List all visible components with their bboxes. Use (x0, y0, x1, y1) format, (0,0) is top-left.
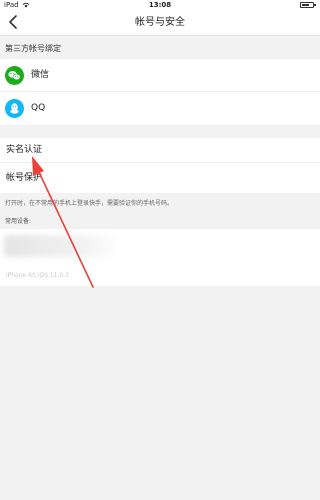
wechat-label: 微信 (31, 70, 50, 80)
page-title: 帐号与安全 (135, 17, 185, 28)
account-protection-label: 帐号保护 (6, 173, 43, 183)
account-protection-hint: 打开时，在不常用的手机上登录快手，需要验证你的手机号码。 (5, 200, 174, 207)
device-name-redacted (4, 235, 120, 257)
device-list-item[interactable]: iPhone 6S iOS 11.0.3 (0, 229, 320, 286)
account-protection-row[interactable]: 帐号保护 (0, 163, 320, 193)
real-name-row[interactable]: 实名认证 (0, 138, 320, 163)
section-header-third-party: 第三方帐号绑定 (5, 44, 61, 53)
status-time: 13:08 (148, 1, 172, 9)
real-name-label: 实名认证 (6, 145, 43, 155)
wechat-icon (5, 66, 24, 85)
nav-bar: 帐号与安全 (0, 10, 320, 36)
wechat-row[interactable]: 微信 (0, 59, 320, 92)
device-model: iPhone 6S iOS 11.0.3 (6, 272, 69, 279)
status-bar: iPad 13:08 (0, 0, 320, 10)
qq-row[interactable]: QQ (0, 92, 320, 125)
battery-icon (300, 2, 316, 8)
qq-icon (5, 99, 24, 118)
qq-label: QQ (31, 103, 46, 113)
common-devices-label: 常用设备: (5, 218, 32, 225)
